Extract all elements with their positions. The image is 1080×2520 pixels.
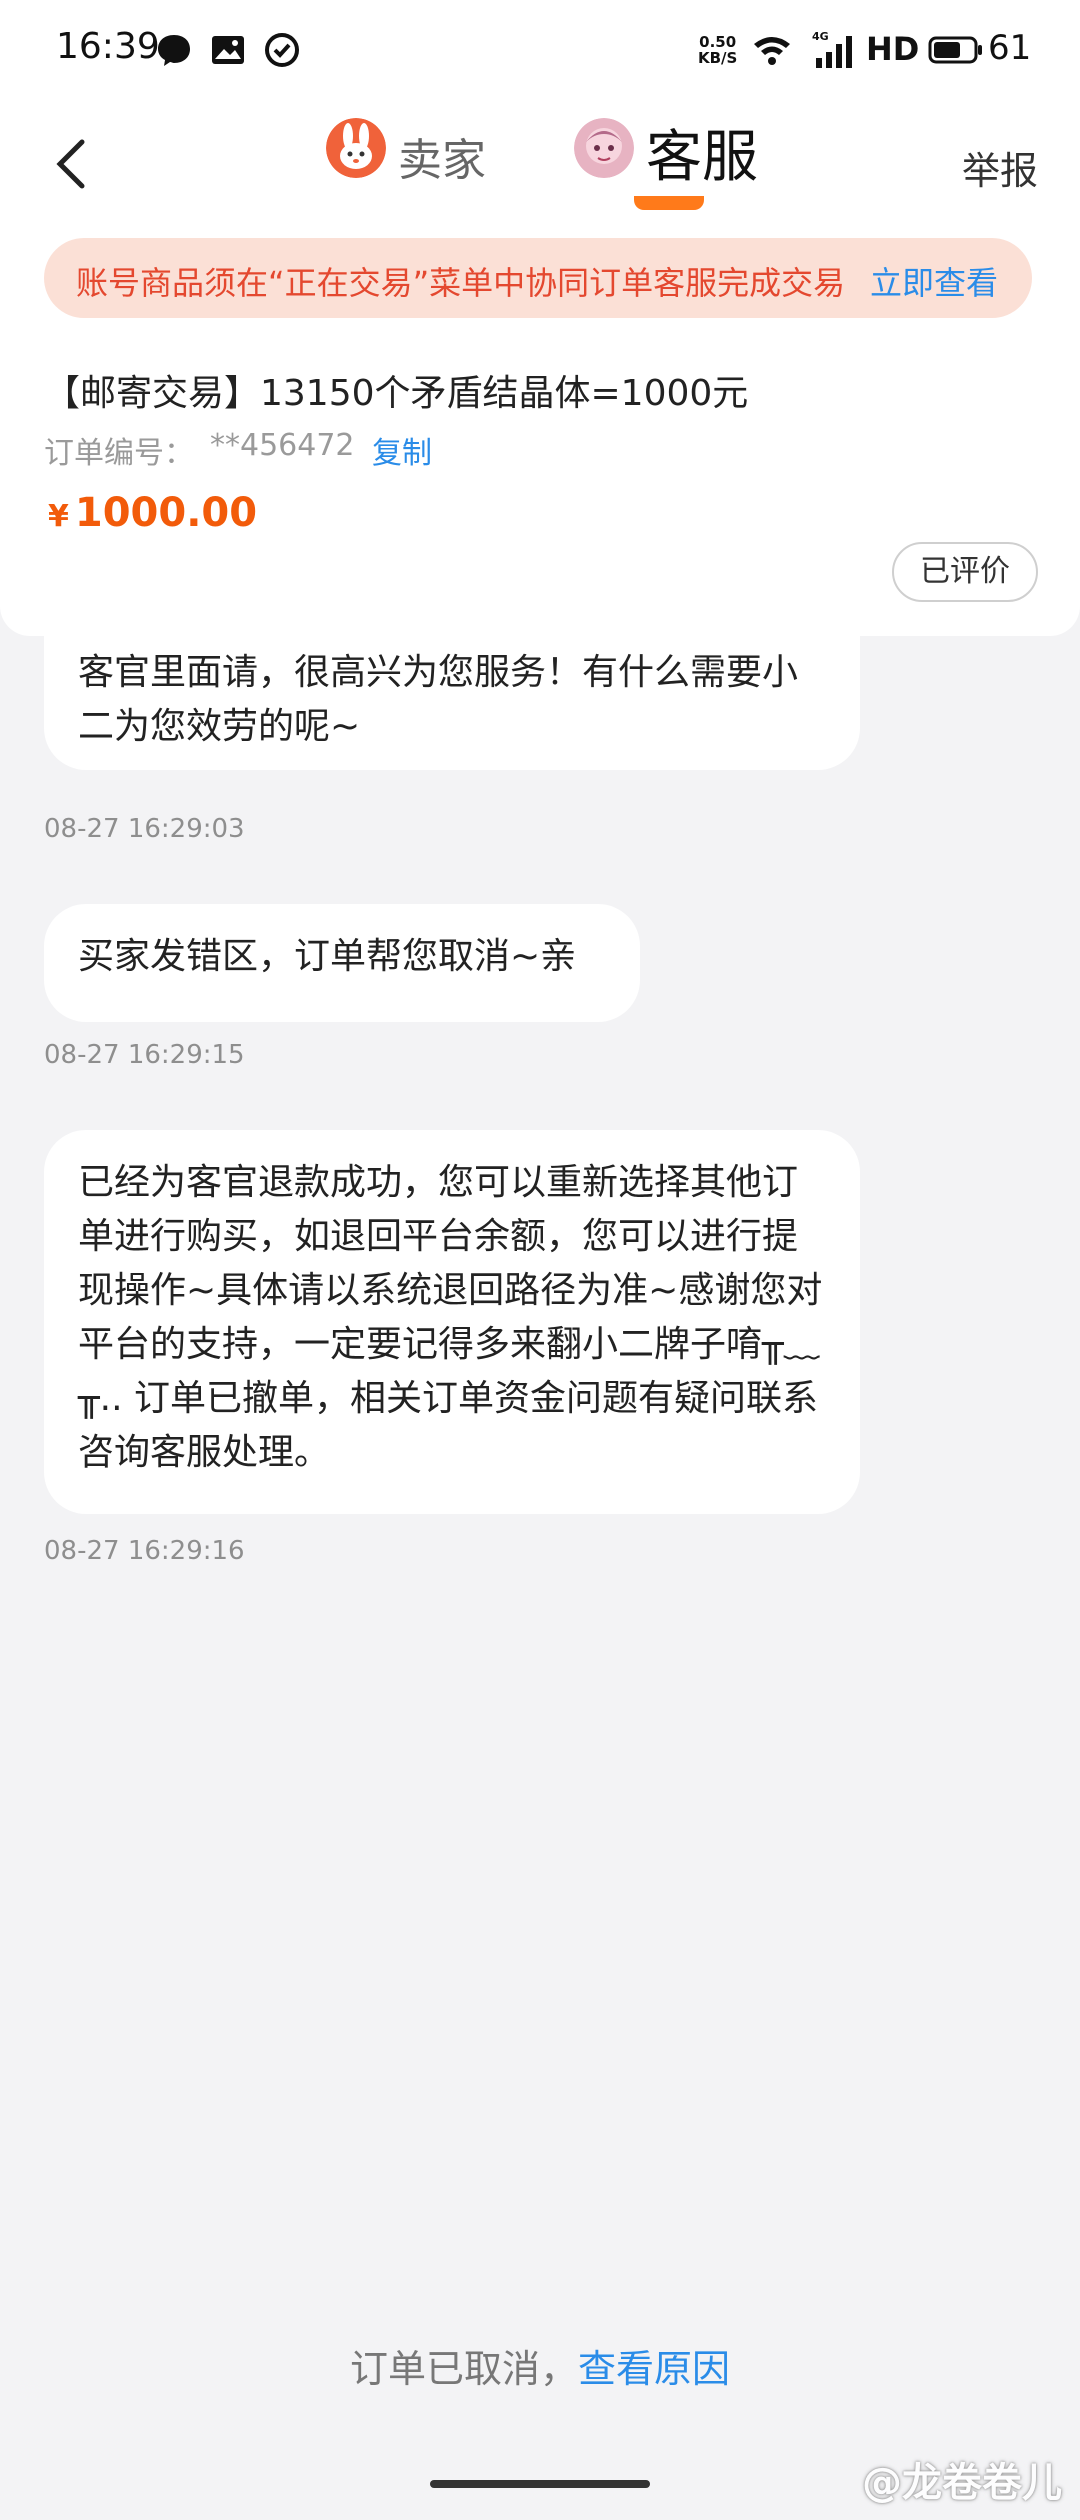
notice-banner: 账号商品须在“正在交易”菜单中协同订单客服完成交易 立即查看 [44, 238, 1032, 318]
svg-text:4G: 4G [812, 30, 829, 43]
notice-container: 账号商品须在“正在交易”菜单中协同订单客服完成交易 立即查看 [0, 230, 1080, 330]
message-bubble: 客官里面请，很高兴为您服务！有什么需要小二为您效劳的呢~ [44, 606, 860, 770]
image-icon [212, 36, 244, 64]
service-avatar-icon [574, 118, 634, 178]
network-speed-unit: KB/S [698, 49, 738, 67]
network-speed-value: 0.50 [699, 33, 737, 51]
copy-order-number-button[interactable]: 复制 [372, 428, 432, 472]
order-card[interactable]: 【邮寄交易】13150个矛盾结晶体=1000元 订单编号： **456472 复… [0, 330, 1080, 636]
message-timestamp: 08-27 16:29:03 [44, 814, 245, 844]
message-timestamp: 08-27 16:29:16 [44, 1536, 245, 1566]
notice-text: 账号商品须在“正在交易”菜单中协同订单客服完成交易 [76, 264, 846, 302]
message-bubble: 已经为客官退款成功，您可以重新选择其他订单进行购买，如退回平台余额，您可以进行提… [44, 1130, 860, 1514]
cellular-signal-icon: 4G [812, 30, 852, 68]
report-button[interactable]: 举报 [962, 140, 1038, 195]
hd-indicator: HD [866, 30, 920, 68]
chat-bubble-icon [158, 35, 190, 66]
battery-icon [928, 36, 982, 64]
wifi-icon [754, 37, 790, 65]
chat-messages[interactable]: 客官里面请，很高兴为您服务！有什么需要小二为您效劳的呢~ 08-27 16:29… [0, 606, 1080, 2276]
order-title: 【邮寄交易】13150个矛盾结晶体=1000元 [44, 373, 749, 414]
price-value: 1000.00 [74, 490, 258, 536]
order-number-value: **456472 [210, 428, 355, 463]
back-arrow-icon[interactable] [44, 134, 104, 194]
currency-symbol: ¥ [48, 499, 69, 534]
status-time: 16:39 [56, 26, 160, 67]
tab-seller-label: 卖家 [398, 135, 486, 186]
check-circle-icon [265, 33, 299, 67]
rated-button[interactable]: 已评价 [892, 542, 1038, 602]
tab-service-label: 客服 [646, 125, 758, 190]
order-cancelled-text: 订单已取消， [349, 2347, 578, 2391]
view-reason-link[interactable]: 查看原因 [578, 2347, 730, 2391]
message-timestamp: 08-27 16:29:15 [44, 1040, 245, 1070]
home-indicator[interactable] [430, 2480, 650, 2488]
active-tab-indicator [634, 196, 704, 210]
battery-percentage: 61 [988, 28, 1032, 68]
status-bar: 16:39 0.50 KB/S 4G HD 61 [0, 0, 1080, 100]
order-number-label: 订单编号： [44, 436, 194, 471]
message-bubble: 买家发错区，订单帮您取消~亲 [44, 904, 640, 1022]
chat-header: 卖家 客服 举报 [0, 100, 1080, 230]
rabbit-avatar-icon [326, 118, 386, 178]
watermark: @龙卷卷儿 [862, 2460, 1062, 2506]
view-now-link[interactable]: 立即查看 [870, 258, 998, 304]
order-cancelled-notice: 订单已取消，查看原因 [0, 2338, 1080, 2393]
order-price: ¥1000.00 [48, 490, 257, 536]
network-speed: 0.50 KB/S [698, 34, 737, 66]
